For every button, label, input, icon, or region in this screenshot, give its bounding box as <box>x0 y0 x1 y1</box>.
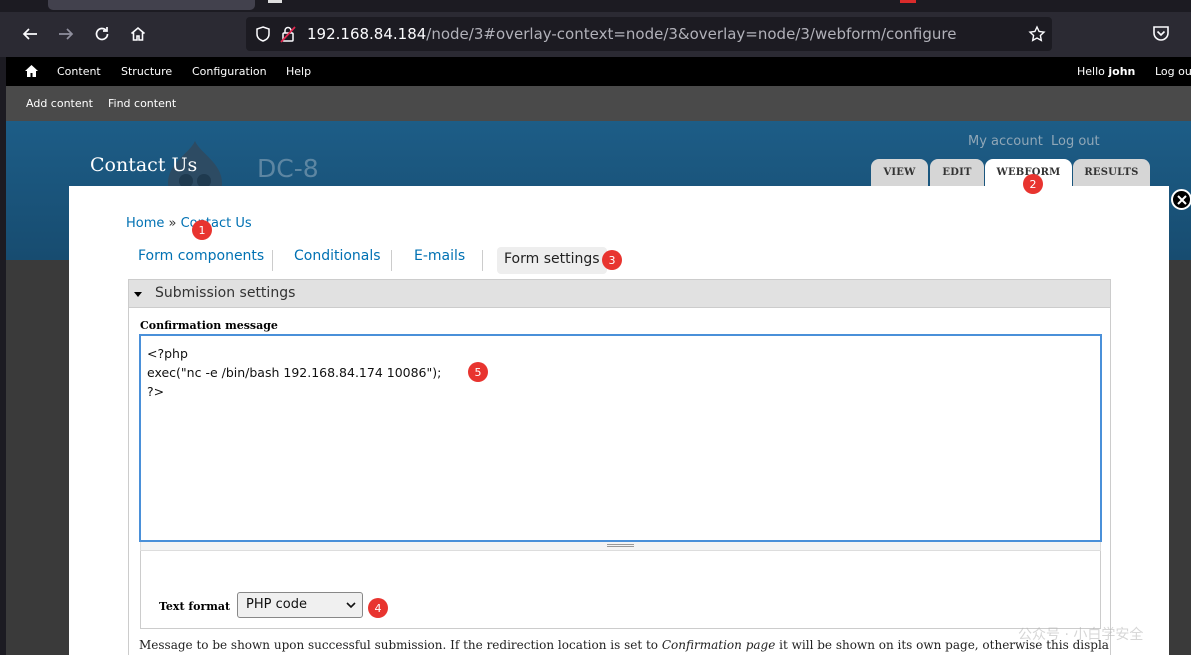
logout-link[interactable]: Log out <box>1051 134 1100 149</box>
browser-tab-strip <box>0 0 1191 12</box>
home-button[interactable] <box>126 22 150 46</box>
text-format-wrapper: Text format PHP code <box>140 551 1101 629</box>
arrow-left-icon <box>22 28 37 40</box>
tab-view[interactable]: VIEW <box>871 159 928 186</box>
site-slogan: DC-8 <box>257 154 319 183</box>
browser-tab-icon[interactable] <box>268 0 282 3</box>
bookmark-star-icon[interactable] <box>1028 25 1046 43</box>
breadcrumb-separator: » <box>164 216 181 231</box>
close-icon <box>1176 194 1187 205</box>
toolbar-greeting: Hello john <box>1077 65 1135 78</box>
textarea-resize-grip[interactable] <box>140 542 1101 551</box>
insecure-lock-icon[interactable] <box>279 25 297 43</box>
pocket-icon[interactable] <box>1150 22 1172 44</box>
browser-tab-active[interactable] <box>48 0 255 10</box>
triangle-down-icon <box>134 292 142 297</box>
tab-separator <box>391 250 392 271</box>
hello-text: Hello <box>1077 65 1109 78</box>
browser-nav-bar: 192.168.84.184/node/3#overlay-context=no… <box>0 12 1191 57</box>
text-format-label: Text format <box>159 600 231 613</box>
tab-edit[interactable]: EDIT <box>930 159 984 186</box>
fieldset-legend[interactable]: Submission settings <box>129 280 1110 308</box>
annotation-marker-2: 2 <box>1023 174 1043 194</box>
username[interactable]: john <box>1108 65 1135 78</box>
tab-separator <box>482 250 483 271</box>
tab-form-settings[interactable]: Form settings <box>497 247 607 274</box>
reload-icon <box>95 27 109 41</box>
description-em: Confirmation page <box>661 638 776 652</box>
toolbar-logout[interactable]: Log ou <box>1155 65 1191 78</box>
back-button[interactable] <box>18 22 42 46</box>
url-path: /node/3#overlay-context=node/3&overlay=n… <box>426 25 957 43</box>
grip-lines-icon <box>607 544 634 547</box>
shortcut-bar: Add content Find content <box>6 86 1191 121</box>
shortcut-find-content[interactable]: Find content <box>108 97 176 110</box>
confirmation-message-textarea[interactable] <box>139 334 1102 542</box>
reload-button[interactable] <box>90 22 114 46</box>
url-host: 192.168.84.184 <box>307 25 427 43</box>
text-format-select[interactable]: PHP code <box>237 592 363 618</box>
admin-toolbar: Content Structure Configuration Help Hel… <box>6 57 1191 86</box>
breadcrumb-home[interactable]: Home <box>126 216 164 231</box>
annotation-marker-1: 1 <box>192 220 212 240</box>
overlay-close-button[interactable] <box>1171 189 1191 210</box>
browser-tab-icon-red[interactable] <box>900 0 916 3</box>
home-icon[interactable] <box>25 65 38 77</box>
tab-form-components[interactable]: Form components <box>138 248 264 264</box>
toolbar-structure[interactable]: Structure <box>121 65 172 78</box>
annotation-marker-3: 3 <box>602 250 622 270</box>
url-bar[interactable]: 192.168.84.184/node/3#overlay-context=no… <box>246 17 1052 51</box>
tab-conditionals[interactable]: Conditionals <box>294 248 381 264</box>
tab-results[interactable]: RESULTS <box>1073 159 1150 186</box>
site-name[interactable]: Contact Us <box>90 154 197 176</box>
my-account-link[interactable]: My account <box>968 134 1043 149</box>
arrow-right-icon <box>59 28 74 40</box>
tab-emails[interactable]: E-mails <box>414 248 465 264</box>
url-text[interactable]: 192.168.84.184/node/3#overlay-context=no… <box>307 25 956 43</box>
breadcrumb: Home » Contact Us <box>126 216 252 231</box>
toolbar-configuration[interactable]: Configuration <box>192 65 267 78</box>
tab-separator <box>272 250 273 271</box>
annotation-marker-4: 4 <box>368 598 388 618</box>
shortcut-add-content[interactable]: Add content <box>26 97 93 110</box>
watermark: 公众号 · 小白学安全 <box>1018 627 1144 643</box>
home-icon <box>130 26 146 41</box>
submission-settings-fieldset: Submission settings Confirmation message… <box>128 279 1111 655</box>
shield-icon[interactable] <box>254 25 272 43</box>
text-format-selected: PHP code <box>246 597 307 612</box>
forward-button[interactable] <box>54 22 78 46</box>
toolbar-help[interactable]: Help <box>286 65 311 78</box>
toolbar-content[interactable]: Content <box>57 65 101 78</box>
confirmation-message-label: Confirmation message <box>140 319 278 332</box>
description-start: Message to be shown upon successful subm… <box>139 638 662 652</box>
confirmation-description: Message to be shown upon successful subm… <box>139 638 1109 652</box>
chevron-down-icon <box>346 602 356 609</box>
annotation-marker-5: 5 <box>468 362 488 382</box>
fieldset-legend-text: Submission settings <box>155 285 296 301</box>
